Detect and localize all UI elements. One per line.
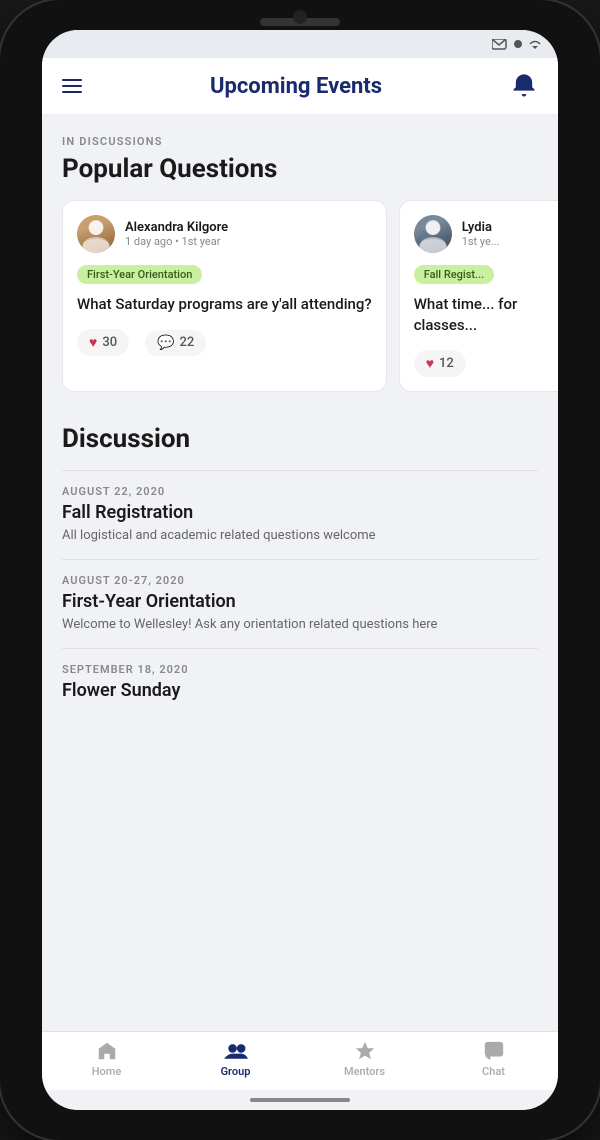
discussion-name-1: Fall Registration [62,502,538,523]
home-icon [96,1040,118,1062]
bottom-nav: Home Group Mentors [42,1031,558,1090]
home-indicator-bar [42,1090,558,1110]
comments-count-1: 22 [180,335,195,350]
discussion-item-1[interactable]: AUGUST 22, 2020 Fall Registration All lo… [62,470,538,559]
card-likes-1[interactable]: ♥ 30 [77,329,129,356]
nav-label-group: Group [221,1065,251,1078]
discussion-name-3: Flower Sunday [62,680,538,701]
discussion-section: Discussion AUGUST 22, 2020 Fall Registra… [42,408,558,719]
nav-item-chat[interactable]: Chat [429,1040,558,1078]
card-header-1: Alexandra Kilgore 1 day ago • 1st year [77,215,372,253]
card-user-info-2: Lydia 1st ye... [462,220,558,248]
message-status-icon [492,39,508,50]
card-question-1: What Saturday programs are y'all attendi… [77,294,372,315]
nav-item-group[interactable]: Group [171,1040,300,1078]
discussion-item-2[interactable]: AUGUST 20-27, 2020 First-Year Orientatio… [62,559,538,648]
nav-label-chat: Chat [482,1065,505,1078]
card-likes-2[interactable]: ♥ 12 [414,350,466,377]
home-indicator [250,1098,350,1102]
chat-icon [483,1040,505,1062]
question-card-1[interactable]: Alexandra Kilgore 1 day ago • 1st year F… [62,200,387,392]
discussion-title: Discussion [62,424,538,454]
card-footer-2: ♥ 12 [414,350,558,377]
card-user-meta-1: 1 day ago • 1st year [125,235,372,248]
page-title: Upcoming Events [210,74,382,99]
popular-questions-section: IN DISCUSSIONS Popular Questions [42,115,558,200]
phone-frame: Upcoming Events IN DISCUSSIONS Popular Q… [0,0,600,1140]
likes-count-1: 30 [102,335,117,350]
discussion-date-1: AUGUST 22, 2020 [62,485,538,498]
chat-bubble-icon-1: 💬 [157,335,174,351]
status-bar-icons [492,39,542,50]
card-question-2: What time... for classes... [414,294,558,336]
nav-label-mentors: Mentors [344,1065,385,1078]
wifi-icon [528,39,542,50]
section-label: IN DISCUSSIONS [62,135,538,148]
signal-dot-icon [513,39,523,49]
mentors-star-icon [354,1040,376,1062]
phone-screen: Upcoming Events IN DISCUSSIONS Popular Q… [42,30,558,1110]
card-footer-1: ♥ 30 💬 22 [77,329,372,356]
nav-item-mentors[interactable]: Mentors [300,1040,429,1078]
discussion-desc-1: All logistical and academic related ques… [62,527,538,545]
group-icon [224,1040,248,1062]
heart-icon-1: ♥ [89,334,97,351]
app-content: Upcoming Events IN DISCUSSIONS Popular Q… [42,58,558,1031]
discussion-date-2: AUGUST 20-27, 2020 [62,574,538,587]
avatar-2 [414,215,452,253]
discussion-name-2: First-Year Orientation [62,591,538,612]
status-bar [42,30,558,58]
top-bar: Upcoming Events [42,58,558,115]
card-user-name-2: Lydia [462,220,558,235]
discussion-date-3: SEPTEMBER 18, 2020 [62,663,538,676]
discussion-item-3[interactable]: SEPTEMBER 18, 2020 Flower Sunday [62,648,538,719]
card-user-info-1: Alexandra Kilgore 1 day ago • 1st year [125,220,372,248]
question-cards-scroll[interactable]: Alexandra Kilgore 1 day ago • 1st year F… [42,200,558,408]
nav-item-home[interactable]: Home [42,1040,171,1078]
card-header-2: Lydia 1st ye... [414,215,558,253]
bottom-spacer [42,719,558,739]
card-comments-1[interactable]: 💬 22 [145,330,206,356]
card-user-name-1: Alexandra Kilgore [125,220,372,235]
card-user-meta-2: 1st ye... [462,235,558,248]
nav-label-home: Home [92,1065,122,1078]
hamburger-menu-button[interactable] [62,79,82,93]
question-card-2[interactable]: Lydia 1st ye... Fall Regist... What time… [399,200,558,392]
card-tag-1: First-Year Orientation [77,265,202,284]
section-title: Popular Questions [62,154,538,184]
heart-icon-2: ♥ [426,355,434,372]
card-tag-2: Fall Regist... [414,265,495,284]
likes-count-2: 12 [439,356,454,371]
discussion-desc-2: Welcome to Wellesley! Ask any orientatio… [62,616,538,634]
avatar-1 [77,215,115,253]
notifications-bell-icon[interactable] [510,72,538,100]
